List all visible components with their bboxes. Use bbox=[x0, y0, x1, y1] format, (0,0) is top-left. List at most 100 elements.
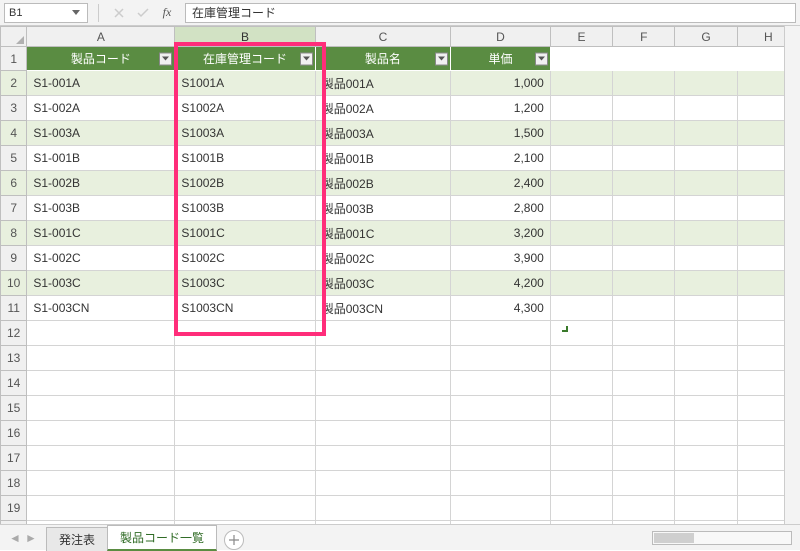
cell[interactable] bbox=[613, 446, 675, 471]
cell[interactable] bbox=[315, 396, 450, 421]
cell[interactable] bbox=[451, 371, 551, 396]
cell[interactable] bbox=[550, 171, 612, 196]
cell[interactable] bbox=[675, 421, 737, 446]
table-cell[interactable]: 2,400 bbox=[451, 171, 551, 196]
cell[interactable] bbox=[451, 446, 551, 471]
column-header[interactable]: D bbox=[451, 27, 551, 47]
column-header[interactable]: F bbox=[613, 27, 675, 47]
column-header[interactable]: G bbox=[675, 27, 737, 47]
cell[interactable] bbox=[675, 346, 737, 371]
cell[interactable] bbox=[27, 496, 175, 521]
cell[interactable] bbox=[675, 71, 737, 96]
table-cell[interactable]: 製品002A bbox=[315, 96, 450, 121]
cell[interactable] bbox=[27, 396, 175, 421]
table-cell[interactable]: 製品003B bbox=[315, 196, 450, 221]
table-cell[interactable]: 製品003CN bbox=[315, 296, 450, 321]
table-cell[interactable]: S1003CN bbox=[175, 296, 315, 321]
table-cell[interactable]: S1003C bbox=[175, 271, 315, 296]
row-header[interactable]: 17 bbox=[1, 446, 27, 471]
cell[interactable] bbox=[613, 171, 675, 196]
cell[interactable] bbox=[613, 71, 675, 96]
table-cell[interactable]: 4,300 bbox=[451, 296, 551, 321]
cell[interactable] bbox=[613, 221, 675, 246]
row-header[interactable]: 13 bbox=[1, 346, 27, 371]
table-header-cell[interactable]: 製品コード bbox=[27, 47, 175, 71]
cell[interactable] bbox=[175, 421, 315, 446]
table-header-cell[interactable]: 単価 bbox=[451, 47, 551, 71]
cell[interactable] bbox=[550, 146, 612, 171]
row-header[interactable]: 5 bbox=[1, 146, 27, 171]
cell[interactable] bbox=[550, 221, 612, 246]
cell[interactable] bbox=[550, 496, 612, 521]
cell[interactable] bbox=[550, 321, 612, 346]
cell[interactable] bbox=[175, 321, 315, 346]
cell[interactable] bbox=[175, 496, 315, 521]
cell[interactable] bbox=[451, 321, 551, 346]
row-header[interactable]: 19 bbox=[1, 496, 27, 521]
cell[interactable] bbox=[675, 171, 737, 196]
add-sheet-button[interactable] bbox=[224, 530, 244, 550]
name-box-dropdown-icon[interactable] bbox=[69, 6, 83, 20]
table-cell[interactable]: 製品003A bbox=[315, 121, 450, 146]
cell[interactable] bbox=[613, 396, 675, 421]
sheet-nav[interactable]: ◄ ► bbox=[0, 531, 46, 545]
scrollbar-thumb[interactable] bbox=[654, 533, 694, 543]
cell[interactable] bbox=[613, 47, 675, 71]
column-header[interactable]: E bbox=[550, 27, 612, 47]
row-header[interactable]: 1 bbox=[1, 47, 27, 71]
cell[interactable] bbox=[613, 246, 675, 271]
cell[interactable] bbox=[550, 47, 612, 71]
cell[interactable] bbox=[550, 346, 612, 371]
cell[interactable] bbox=[550, 396, 612, 421]
formula-input[interactable]: 在庫管理コード bbox=[185, 3, 796, 23]
cell[interactable] bbox=[675, 496, 737, 521]
cell[interactable] bbox=[550, 371, 612, 396]
cell[interactable] bbox=[315, 321, 450, 346]
cell[interactable] bbox=[613, 346, 675, 371]
cell[interactable] bbox=[175, 471, 315, 496]
cell[interactable] bbox=[27, 321, 175, 346]
cell[interactable] bbox=[675, 396, 737, 421]
cell[interactable] bbox=[27, 446, 175, 471]
table-cell[interactable]: S1002B bbox=[175, 171, 315, 196]
cell[interactable] bbox=[451, 496, 551, 521]
cell[interactable] bbox=[315, 371, 450, 396]
cell[interactable] bbox=[550, 121, 612, 146]
cell[interactable] bbox=[675, 296, 737, 321]
table-cell[interactable]: S1-003CN bbox=[27, 296, 175, 321]
table-cell[interactable]: 製品001B bbox=[315, 146, 450, 171]
cell[interactable] bbox=[675, 121, 737, 146]
table-cell[interactable]: S1001B bbox=[175, 146, 315, 171]
filter-dropdown-icon[interactable] bbox=[159, 52, 172, 65]
table-cell[interactable]: 製品003C bbox=[315, 271, 450, 296]
table-cell[interactable]: 製品002C bbox=[315, 246, 450, 271]
table-header-cell[interactable]: 製品名 bbox=[315, 47, 450, 71]
sheet-tab-active[interactable]: 製品コード一覧 bbox=[107, 525, 217, 551]
cell[interactable] bbox=[613, 421, 675, 446]
cell[interactable] bbox=[550, 471, 612, 496]
table-cell[interactable]: 4,200 bbox=[451, 271, 551, 296]
cell[interactable] bbox=[675, 471, 737, 496]
cell[interactable] bbox=[451, 396, 551, 421]
table-resize-handle[interactable] bbox=[562, 326, 568, 332]
row-header[interactable]: 18 bbox=[1, 471, 27, 496]
cell[interactable] bbox=[550, 421, 612, 446]
table-cell[interactable]: 製品001A bbox=[315, 71, 450, 96]
row-header[interactable]: 3 bbox=[1, 96, 27, 121]
cell[interactable] bbox=[27, 471, 175, 496]
cell[interactable] bbox=[451, 346, 551, 371]
table-cell[interactable]: 2,100 bbox=[451, 146, 551, 171]
name-box[interactable]: B1 bbox=[4, 3, 88, 23]
cell[interactable] bbox=[613, 371, 675, 396]
table-cell[interactable]: 3,200 bbox=[451, 221, 551, 246]
row-header[interactable]: 14 bbox=[1, 371, 27, 396]
nav-next-icon[interactable]: ► bbox=[24, 531, 38, 545]
table-cell[interactable]: S1003A bbox=[175, 121, 315, 146]
table-cell[interactable]: S1003B bbox=[175, 196, 315, 221]
cell[interactable] bbox=[451, 471, 551, 496]
row-header[interactable]: 11 bbox=[1, 296, 27, 321]
row-header[interactable]: 10 bbox=[1, 271, 27, 296]
cell[interactable] bbox=[613, 296, 675, 321]
cell[interactable] bbox=[675, 371, 737, 396]
table-cell[interactable]: S1-002C bbox=[27, 246, 175, 271]
